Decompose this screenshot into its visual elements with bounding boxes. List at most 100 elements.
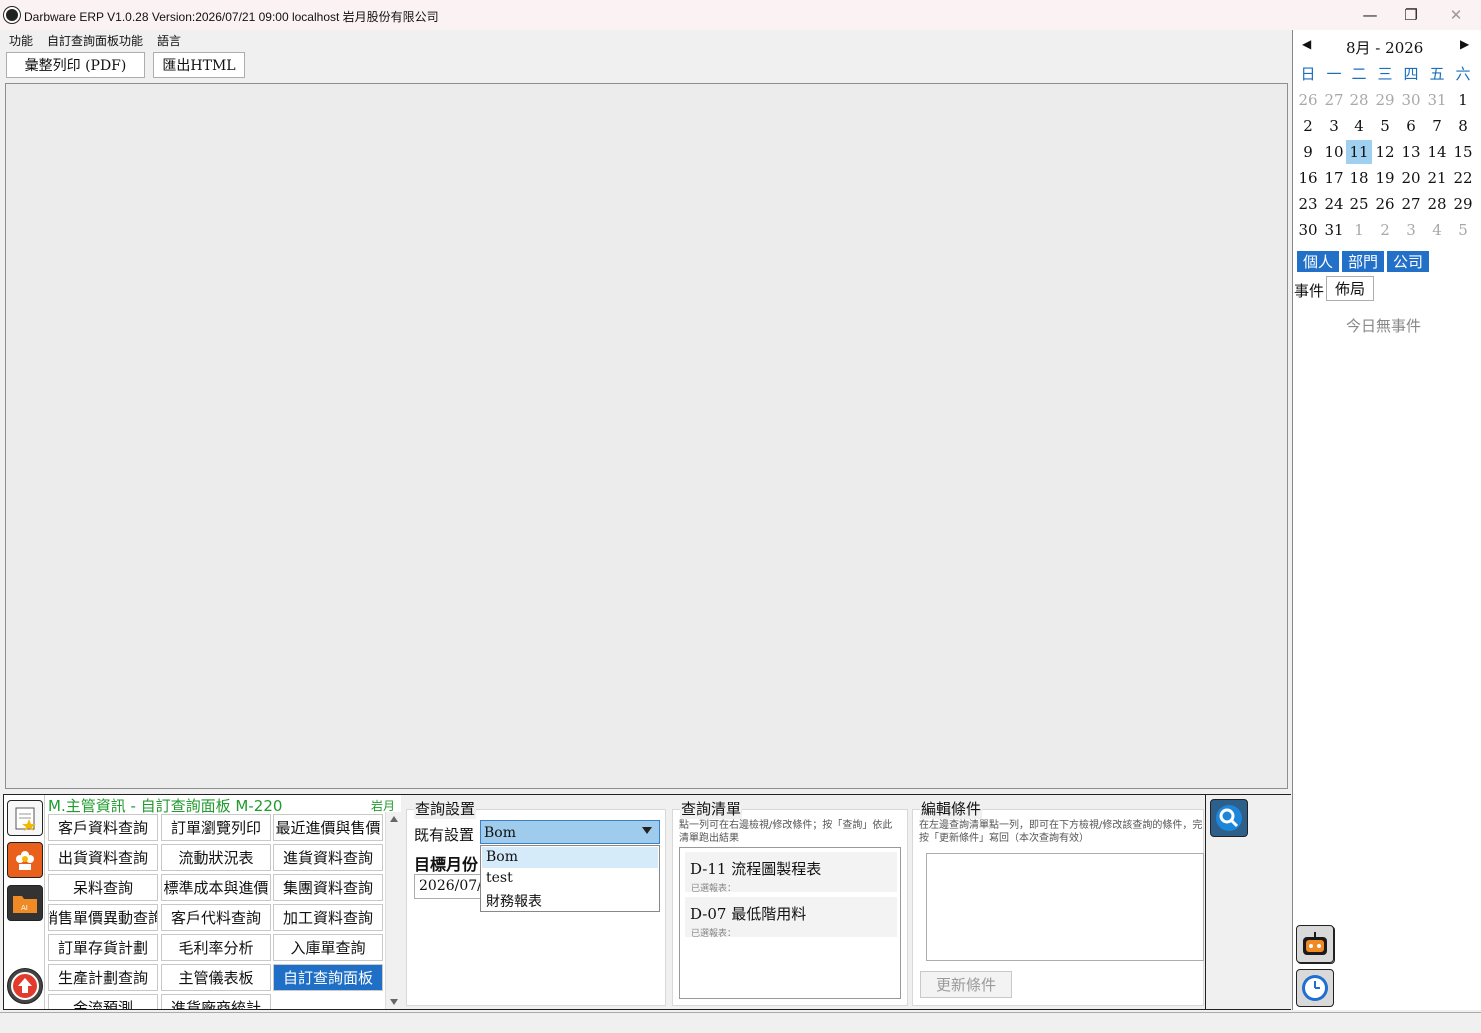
- module-button[interactable]: 入庫單查詢: [273, 934, 383, 961]
- module-button[interactable]: 加工資料查詢: [273, 904, 383, 931]
- calendar-day[interactable]: 7: [1424, 114, 1450, 138]
- dropdown-option[interactable]: Bom: [482, 847, 658, 868]
- module-button[interactable]: 流動狀況表: [161, 844, 271, 871]
- minimize-button[interactable]: —: [1347, 0, 1393, 30]
- calendar-day[interactable]: 16: [1295, 166, 1321, 190]
- chevron-down-icon[interactable]: [642, 827, 652, 834]
- calendar-day[interactable]: 4: [1424, 218, 1450, 242]
- next-month-button[interactable]: ▶: [1460, 37, 1469, 51]
- query-row-title: D-11 流程圖製程表: [690, 860, 822, 878]
- print-pdf-button[interactable]: 彙整列印 (PDF): [6, 52, 145, 78]
- calendar-day[interactable]: 1: [1450, 88, 1476, 112]
- tab-department[interactable]: 部門: [1342, 251, 1384, 272]
- calendar-day[interactable]: 5: [1450, 218, 1476, 242]
- calendar-day[interactable]: 30: [1295, 218, 1321, 242]
- calendar-day[interactable]: 29: [1450, 192, 1476, 216]
- tab-company[interactable]: 公司: [1387, 251, 1429, 272]
- module-button[interactable]: 進貨資料查詢: [273, 844, 383, 871]
- calendar-day[interactable]: 15: [1450, 140, 1476, 164]
- dropdown-option[interactable]: test: [482, 868, 658, 889]
- calendar-day[interactable]: 8: [1450, 114, 1476, 138]
- dropdown-option[interactable]: 財務報表: [482, 889, 658, 910]
- calendar-day[interactable]: 31: [1321, 218, 1347, 242]
- clock-icon[interactable]: [1296, 969, 1334, 1007]
- query-list-row[interactable]: D-11 流程圖製程表 已選報表：: [685, 852, 897, 894]
- calendar-day[interactable]: 3: [1398, 218, 1424, 242]
- calendar-day[interactable]: 21: [1424, 166, 1450, 190]
- weekday-header: 一: [1326, 65, 1342, 83]
- weekday-header: 六: [1455, 65, 1471, 83]
- calendar-day[interactable]: 27: [1398, 192, 1424, 216]
- flower-icon[interactable]: [7, 842, 43, 878]
- module-button[interactable]: 進貨廠商統計: [161, 994, 271, 1009]
- module-button[interactable]: 訂單存貨計劃: [48, 934, 158, 961]
- calendar-day[interactable]: 3: [1321, 114, 1347, 138]
- calendar-day[interactable]: 2: [1372, 218, 1398, 242]
- module-button[interactable]: 自訂查詢面板: [273, 964, 383, 991]
- calendar-day[interactable]: 25: [1346, 192, 1372, 216]
- module-button[interactable]: 銷售單價異動查詢: [48, 904, 158, 931]
- calendar-day[interactable]: 13: [1398, 140, 1424, 164]
- calendar-day[interactable]: 19: [1372, 166, 1398, 190]
- restore-button[interactable]: ❐: [1388, 0, 1434, 30]
- module-button[interactable]: 毛利率分析: [161, 934, 271, 961]
- calendar-day[interactable]: 29: [1372, 88, 1398, 112]
- calendar-day[interactable]: 17: [1321, 166, 1347, 190]
- module-button[interactable]: 集團資料查詢: [273, 874, 383, 901]
- prev-month-button[interactable]: ◀: [1302, 37, 1311, 51]
- module-button[interactable]: 訂單瀏覽列印: [161, 814, 271, 841]
- calendar-day[interactable]: 10: [1321, 140, 1347, 164]
- calendar-day[interactable]: 26: [1295, 88, 1321, 112]
- module-button[interactable]: 出貨資料查詢: [48, 844, 158, 871]
- module-button[interactable]: 客戶代料查詢: [161, 904, 271, 931]
- close-button[interactable]: ✕: [1433, 0, 1479, 30]
- calendar-day[interactable]: 6: [1398, 114, 1424, 138]
- calendar-day[interactable]: 4: [1346, 114, 1372, 138]
- module-button[interactable]: 最近進價與售價: [273, 814, 383, 841]
- module-menu-header: M.主管資訊 - 自訂查詢面板 M-220: [48, 797, 283, 815]
- menu-language[interactable]: 語言: [157, 32, 181, 49]
- export-html-button[interactable]: 匯出HTML: [153, 52, 245, 78]
- menu-function[interactable]: 功能: [9, 32, 33, 49]
- module-button[interactable]: 主管儀表板: [161, 964, 271, 991]
- calendar-month-label[interactable]: 8月 - 2026: [1346, 37, 1423, 58]
- calendar-day[interactable]: 26: [1372, 192, 1398, 216]
- module-button[interactable]: 生產計劃查詢: [48, 964, 158, 991]
- query-list-row[interactable]: D-07 最低階用料 已選報表：: [685, 897, 897, 939]
- calendar-day[interactable]: 14: [1424, 140, 1450, 164]
- module-button[interactable]: 客戶資料查詢: [48, 814, 158, 841]
- calendar-day[interactable]: 23: [1295, 192, 1321, 216]
- menu-custom-query[interactable]: 自訂查詢面板功能: [47, 32, 143, 49]
- calendar-day[interactable]: 2: [1295, 114, 1321, 138]
- module-button[interactable]: 金流預測: [48, 994, 158, 1009]
- target-month-input[interactable]: 2026/07/21: [414, 874, 482, 899]
- calendar-day[interactable]: 12: [1372, 140, 1398, 164]
- calendar-day[interactable]: 11: [1346, 140, 1372, 164]
- calendar-day[interactable]: 9: [1295, 140, 1321, 164]
- calendar-day[interactable]: 1: [1346, 218, 1372, 242]
- calendar-day[interactable]: 30: [1398, 88, 1424, 112]
- layout-button[interactable]: 佈局: [1326, 276, 1374, 301]
- upload-icon[interactable]: [7, 968, 43, 1004]
- calendar-day[interactable]: 31: [1424, 88, 1450, 112]
- calendar-day[interactable]: 5: [1372, 114, 1398, 138]
- ai-folder-icon[interactable]: AI: [7, 885, 43, 921]
- menu-bar: [0, 30, 1292, 50]
- conditions-editor[interactable]: [926, 853, 1204, 961]
- update-conditions-button[interactable]: 更新條件: [920, 971, 1012, 998]
- calendar-day[interactable]: 18: [1346, 166, 1372, 190]
- calendar-day[interactable]: 27: [1321, 88, 1347, 112]
- calendar-day[interactable]: 28: [1424, 192, 1450, 216]
- module-button[interactable]: 標準成本與進價: [161, 874, 271, 901]
- notes-icon[interactable]: [7, 800, 43, 836]
- search-icon[interactable]: [1210, 799, 1248, 837]
- calendar-day[interactable]: 22: [1450, 166, 1476, 190]
- robot-icon[interactable]: [1296, 925, 1334, 963]
- module-button[interactable]: 呆料查詢: [48, 874, 158, 901]
- calendar-day[interactable]: 20: [1398, 166, 1424, 190]
- module-menu-scrollbar[interactable]: [385, 812, 401, 1009]
- calendar-day[interactable]: 28: [1346, 88, 1372, 112]
- calendar-day[interactable]: 24: [1321, 192, 1347, 216]
- tab-personal[interactable]: 個人: [1297, 251, 1339, 272]
- existing-settings-select[interactable]: Bom: [480, 820, 660, 844]
